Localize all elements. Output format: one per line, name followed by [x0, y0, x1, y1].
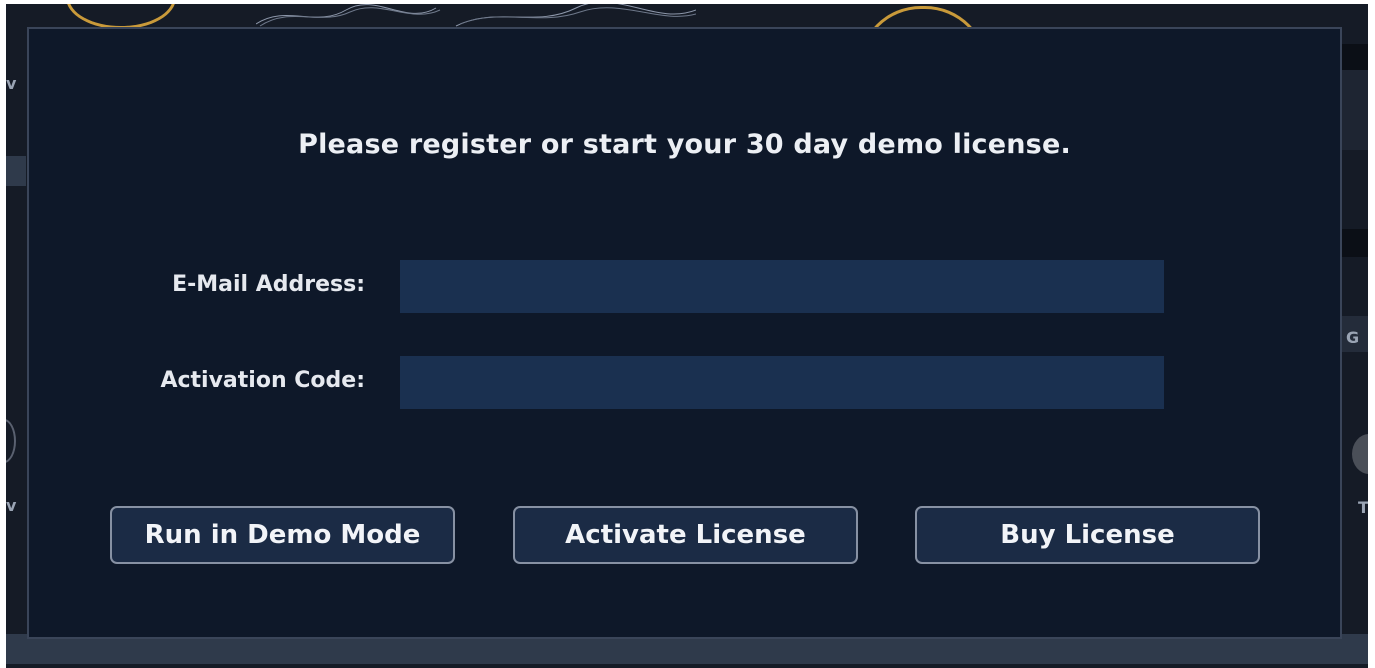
activate-license-button[interactable]: Activate License [513, 506, 858, 564]
waveform-graphic [256, 4, 696, 27]
screen: v v G T Please register or start your 30… [0, 0, 1375, 668]
activation-code-field[interactable] [400, 356, 1164, 409]
knob-icon[interactable] [6, 419, 16, 463]
run-demo-button[interactable]: Run in Demo Mode [110, 506, 455, 564]
knob-icon[interactable] [1352, 434, 1368, 474]
activation-code-label: Activation Code: [160, 368, 365, 393]
background-letter: v [6, 74, 17, 93]
email-field[interactable] [400, 260, 1164, 313]
background-strip [1342, 44, 1368, 70]
background-letter: v [6, 496, 17, 515]
knob-icon[interactable] [66, 4, 176, 29]
email-label: E-Mail Address: [172, 272, 365, 297]
background-letter: T [1358, 498, 1368, 517]
background-band-left [6, 156, 26, 186]
dialog-title: Please register or start your 30 day dem… [298, 129, 1071, 160]
registration-dialog: Please register or start your 30 day dem… [27, 27, 1342, 639]
buy-license-button[interactable]: Buy License [915, 506, 1260, 564]
background-side-panel [1342, 70, 1368, 150]
background-strip-2 [1342, 229, 1368, 257]
background-letter: G [1346, 328, 1360, 347]
